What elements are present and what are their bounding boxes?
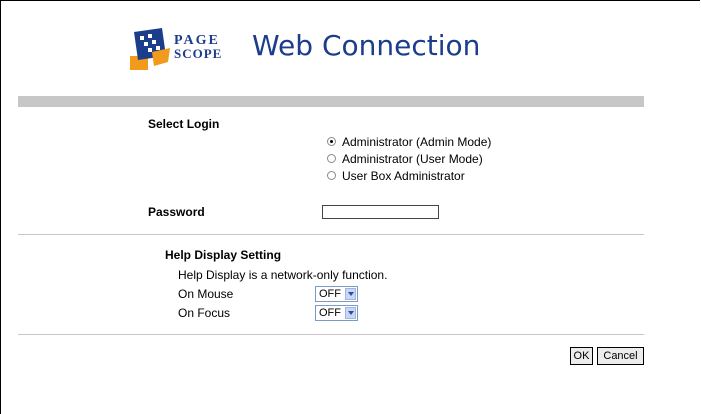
radio-button-selected-icon[interactable] xyxy=(327,137,336,147)
on-mouse-label: On Mouse xyxy=(178,287,234,301)
radio-user-box-admin[interactable]: User Box Administrator xyxy=(327,169,465,183)
cancel-button[interactable]: Cancel xyxy=(597,347,644,365)
on-mouse-select[interactable]: OFF xyxy=(315,286,358,302)
radio-label: Administrator (User Mode) xyxy=(342,152,483,166)
radio-button-icon[interactable] xyxy=(327,171,336,181)
section-divider xyxy=(18,234,644,235)
brand-line2: SCOPE xyxy=(174,46,223,61)
password-label: Password xyxy=(148,205,205,219)
help-display-note: Help Display is a network-only function. xyxy=(178,268,388,282)
chevron-down-icon[interactable] xyxy=(345,307,356,319)
on-focus-label: On Focus xyxy=(178,306,231,320)
on-mouse-value: OFF xyxy=(319,288,341,300)
ok-button[interactable]: OK xyxy=(570,347,593,365)
radio-label: User Box Administrator xyxy=(342,169,465,183)
chevron-down-icon[interactable] xyxy=(345,288,356,300)
radio-button-icon[interactable] xyxy=(327,154,336,164)
select-login-label: Select Login xyxy=(148,117,220,131)
pagescope-logo-icon xyxy=(130,28,170,70)
page-title: Web Connection xyxy=(252,29,481,62)
on-focus-value: OFF xyxy=(319,307,341,319)
help-display-heading: Help Display Setting xyxy=(165,248,282,262)
radio-user-mode[interactable]: Administrator (User Mode) xyxy=(327,152,483,166)
password-field[interactable] xyxy=(322,205,439,219)
brand-wordmark: PAGE SCOPE xyxy=(174,34,223,61)
radio-admin-mode[interactable]: Administrator (Admin Mode) xyxy=(327,135,491,149)
section-divider xyxy=(18,334,644,335)
radio-label: Administrator (Admin Mode) xyxy=(342,135,492,149)
header-divider-bar xyxy=(18,96,644,107)
on-focus-select[interactable]: OFF xyxy=(315,305,358,321)
